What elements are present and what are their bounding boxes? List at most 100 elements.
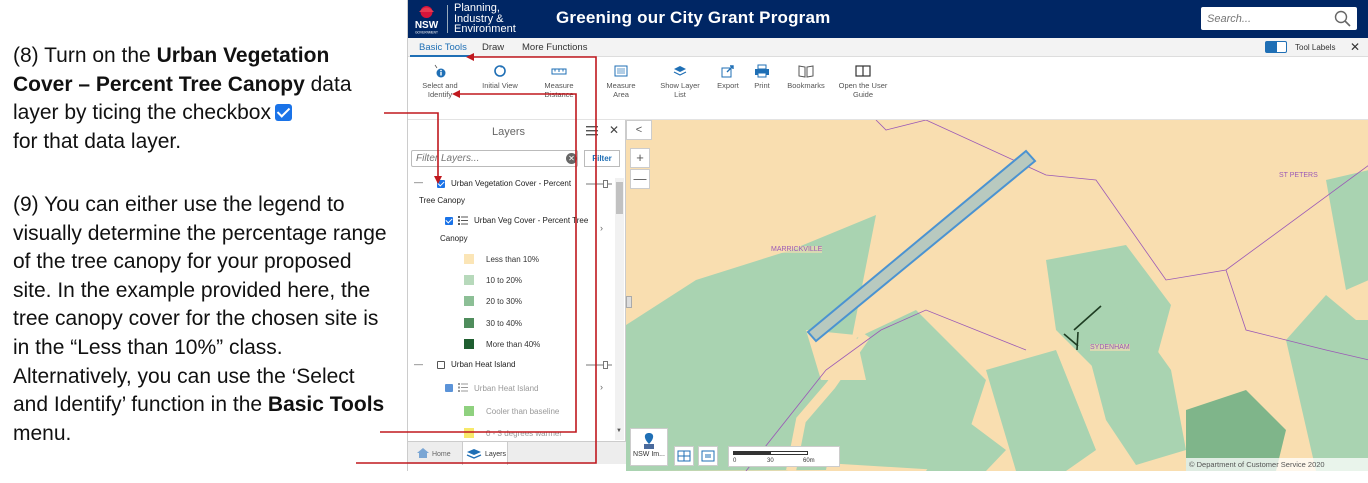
tool-labels-toggle[interactable] (1265, 41, 1287, 53)
grid-map-icon (677, 450, 691, 462)
measure-distance-label-1: Measure (544, 81, 574, 90)
step-8-prefix: (8) Turn on the (13, 44, 157, 67)
scale-bar-line (733, 451, 808, 455)
step-9-suffix: menu. (13, 421, 72, 445)
sublayer-2-checkbox[interactable] (445, 384, 453, 392)
print-icon (755, 64, 769, 78)
step-8-suffix-2: for that data layer. (13, 129, 182, 153)
overview-map-button[interactable] (698, 446, 718, 466)
agency-line-3: Environment (454, 23, 516, 35)
initial-view-button[interactable]: Initial View (480, 64, 520, 90)
map-label-st-peters: ST PETERS (1279, 172, 1318, 179)
panel-resize-handle[interactable] (626, 296, 632, 308)
expand-sublayer-2-chevron-icon[interactable]: › (600, 382, 603, 392)
collapse-layer-1-icon[interactable]: — (414, 177, 423, 187)
scale-label-0: 0 (733, 458, 737, 464)
basemap-label: NSW Im... (633, 451, 665, 458)
user-guide-label-2: Guide (852, 90, 873, 99)
select-identify-button[interactable]: Select and Identify (422, 64, 458, 99)
map-grid-button[interactable] (674, 446, 694, 466)
layer-1-checkbox[interactable] (437, 180, 445, 188)
show-layer-list-button[interactable]: Show Layer List (654, 64, 706, 99)
map-copyright: © Department of Customer Service 2020 (1186, 458, 1368, 471)
legend-label-30-to-40: 30 to 40% (486, 319, 523, 328)
close-layers-button[interactable]: ✕ (609, 123, 619, 137)
search-input[interactable] (1201, 7, 1331, 30)
tab-basic-tools[interactable]: Basic Tools (419, 42, 467, 53)
print-button[interactable]: Print (750, 64, 774, 90)
collapse-panel-button[interactable]: < (626, 120, 652, 140)
layers-icon (466, 449, 482, 459)
basemap-graphic (626, 120, 1368, 471)
expand-sublayer-1-chevron-icon[interactable]: › (600, 223, 603, 233)
scroll-down-arrow-icon[interactable]: ▼ (616, 428, 622, 434)
measure-distance-icon (551, 68, 567, 75)
step-9-instruction: (9) You can either use the legend to vis… (13, 191, 393, 448)
collapse-layer-2-icon[interactable]: — (414, 359, 423, 369)
measure-distance-label-2: Distance (544, 90, 574, 99)
sublayer-1-name-line-2: Canopy (440, 234, 468, 243)
layer-2-name: Urban Heat Island (451, 360, 516, 369)
panel-bottom-bar: Home Layers (408, 441, 626, 465)
legend-label-warmer: 0 - 3 degrees warmer (486, 429, 563, 438)
legend-swatch-less-than-10 (464, 254, 474, 264)
measure-distance-button[interactable]: Measure Distance (541, 64, 577, 99)
tool-tabs: Basic Tools Draw More Functions Tool Lab… (408, 38, 1368, 57)
zoom-out-button[interactable]: — (630, 169, 650, 189)
scale-label-30: 30 (767, 458, 774, 464)
zoom-in-button[interactable]: + (630, 148, 650, 168)
legend-swatch-cooler (464, 406, 474, 416)
hamburger-menu-icon[interactable] (586, 126, 598, 136)
overview-map-icon (701, 450, 715, 462)
sublayer-1-name-line-1: Urban Veg Cover - Percent Tree (474, 216, 589, 225)
filter-button[interactable]: Filter (584, 150, 620, 167)
clear-filter-icon[interactable]: ✕ (566, 153, 577, 164)
user-guide-button[interactable]: Open the User Guide (836, 64, 890, 99)
layer-2-checkbox[interactable] (437, 361, 445, 369)
step-8-instruction: (8) Turn on the Urban Vegetation Cover –… (13, 42, 393, 156)
search-icon[interactable] (1334, 10, 1351, 27)
export-icon (721, 65, 734, 78)
user-guide-label-1: Open the User (838, 81, 888, 90)
search-box[interactable] (1201, 7, 1357, 30)
map-view[interactable]: < + — ST PETERS MARRICKVILLE SYDENHAM NS… (626, 120, 1368, 471)
identify-info-icon (434, 64, 446, 78)
layer-1-name-line-1: Urban Vegetation Cover - Percent (451, 179, 572, 188)
filter-layers-input[interactable] (411, 150, 578, 167)
map-label-sydenham: SYDENHAM (1090, 344, 1130, 351)
home-tab-button[interactable]: Home (416, 447, 451, 459)
user-guide-book-icon (855, 65, 871, 77)
layers-tab-label: Layers (485, 451, 507, 458)
brand-subtext: GOVERNMENT (415, 31, 438, 35)
layers-panel-header: Layers ✕ (408, 120, 626, 144)
sublayer-1-checkbox[interactable] (445, 217, 453, 225)
home-tab-label: Home (431, 451, 451, 458)
checked-checkbox-icon (274, 104, 292, 122)
measure-area-icon (614, 65, 628, 77)
step-9-text: (9) You can either use the legend to vis… (13, 193, 387, 417)
layer-1-opacity-slider[interactable] (586, 180, 612, 188)
step-9-bold: Basic Tools (267, 393, 385, 417)
export-button[interactable]: Export (715, 64, 741, 90)
basemap-gallery-button[interactable]: NSW Im... (630, 428, 668, 466)
bookmarks-button[interactable]: Bookmarks (786, 64, 826, 90)
agency-name: Planning, Industry & Environment (454, 3, 516, 35)
layer-list-scrollbar[interactable]: ▼ (615, 178, 624, 440)
legend-label-less-than-10: Less than 10% (486, 255, 539, 264)
close-toolbar-button[interactable]: ✕ (1350, 40, 1360, 54)
scale-label-60: 60m (803, 458, 815, 464)
legend-swatch-warmer (464, 428, 474, 438)
logo-separator (447, 5, 448, 33)
legend-swatch-20-to-30 (464, 296, 474, 306)
legend-label-more-than-40: More than 40% (486, 340, 541, 349)
layers-stack-icon (673, 66, 687, 76)
layer-2-opacity-slider[interactable] (586, 361, 612, 369)
tab-more-functions[interactable]: More Functions (522, 42, 587, 53)
scrollbar-thumb[interactable] (616, 182, 623, 214)
layers-panel: Layers ✕ ✕ Filter — Urban Vegetation Cov… (408, 120, 626, 464)
scale-bar: 0 30 60m (728, 446, 840, 467)
tab-draw[interactable]: Draw (482, 42, 504, 53)
measure-area-button[interactable]: Measure Area (598, 64, 644, 99)
initial-view-label: Initial View (482, 81, 518, 90)
layers-tab-button[interactable]: Layers (462, 442, 508, 465)
